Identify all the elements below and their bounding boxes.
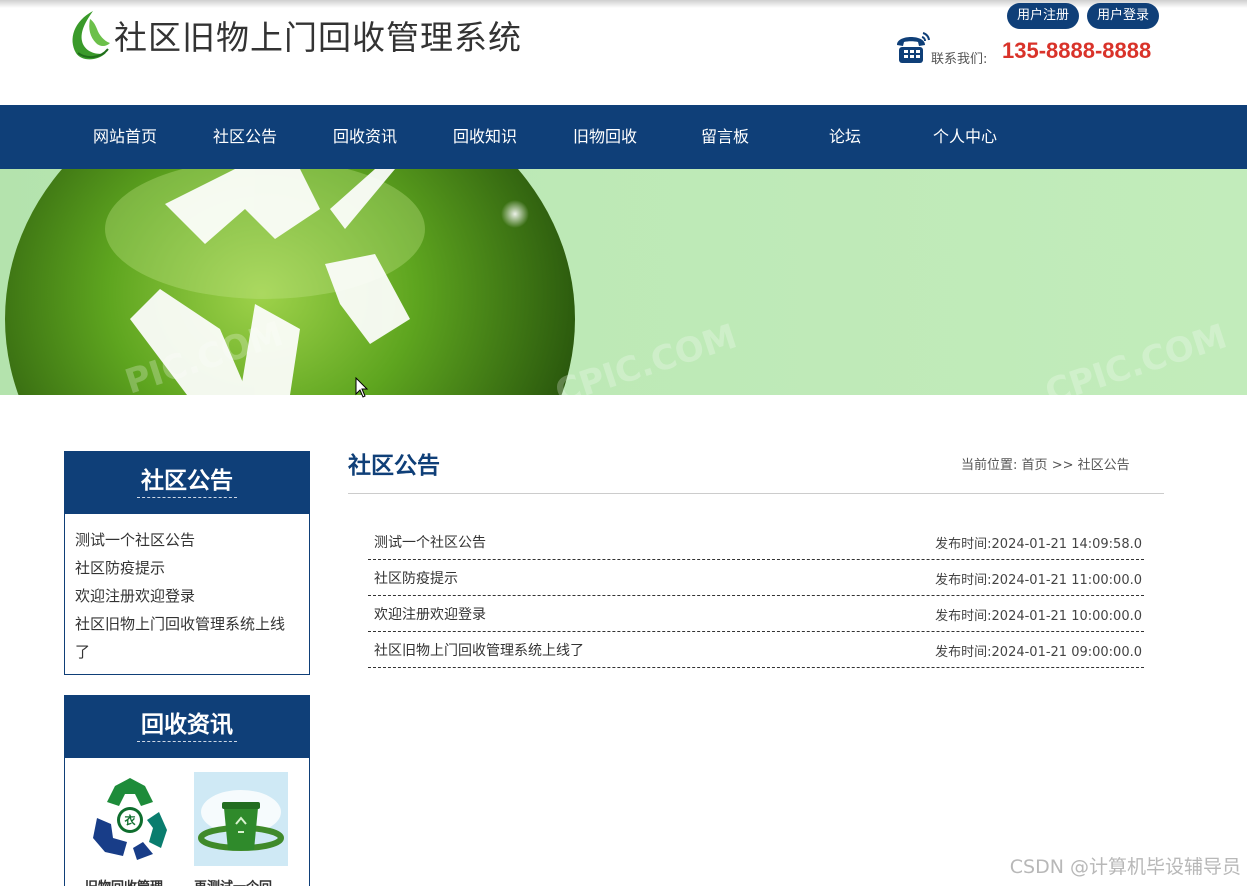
nav-item-user-center[interactable]: 个人中心: [933, 105, 997, 169]
breadcrumb: 当前位置: 首页 >> 社区公告: [961, 454, 1130, 473]
login-button[interactable]: 用户登录: [1087, 3, 1160, 29]
sidebar-notice-link[interactable]: 测试一个社区公告: [75, 526, 299, 554]
sidebar-notice-link[interactable]: 社区旧物上门回收管理系统上线了: [75, 610, 299, 666]
notice-row[interactable]: 欢迎注册欢迎登录 发布时间:2024-01-21 10:00:00.0: [368, 596, 1144, 632]
notice-row[interactable]: 测试一个社区公告 发布时间:2024-01-21 14:09:58.0: [368, 524, 1144, 560]
notice-publish-time: 发布时间:2024-01-21 14:09:58.0: [935, 537, 1142, 552]
page-title: 社区公告: [348, 453, 440, 479]
nav-item-home[interactable]: 网站首页: [93, 105, 157, 169]
banner-image: PIC.COM CPIC.COM CPIC.COM: [0, 169, 1247, 395]
mouse-cursor-icon: [355, 377, 369, 398]
nav-item-message-board[interactable]: 留言板: [701, 105, 749, 169]
breadcrumb-separator: >>: [1051, 458, 1074, 473]
contact-phone-number: 135-8888-8888: [1002, 38, 1152, 63]
notice-publish-time: 发布时间:2024-01-21 10:00:00.0: [935, 609, 1142, 624]
sidebar-notice-link[interactable]: 欢迎注册欢迎登录: [75, 582, 299, 610]
nav-item-forum[interactable]: 论坛: [829, 105, 861, 169]
notice-title-link[interactable]: 欢迎注册欢迎登录: [374, 604, 486, 624]
sidebar-news-thumbnails: 衣 旧物回收管理 再测试一个回: [65, 758, 309, 886]
news-caption[interactable]: 再测试一个回: [194, 876, 272, 886]
sidebar-notices-list: 测试一个社区公告 社区防疫提示 欢迎注册欢迎登录 社区旧物上门回收管理系统上线了: [65, 514, 309, 666]
breadcrumb-current: 社区公告: [1077, 458, 1130, 473]
recycle-bin-thumbnail[interactable]: [194, 772, 288, 866]
recycle-clothes-thumbnail[interactable]: 衣: [83, 772, 177, 866]
notice-title-link[interactable]: 社区旧物上门回收管理系统上线了: [374, 640, 584, 660]
sidebar-news-header: 回收资讯: [65, 696, 309, 758]
breadcrumb-prefix: 当前位置:: [961, 458, 1018, 473]
notice-publish-time: 发布时间:2024-01-21 09:00:00.0: [935, 645, 1142, 660]
nav-item-recycle-news[interactable]: 回收资讯: [333, 105, 397, 169]
main-navigation: 网站首页 社区公告 回收资讯 回收知识 旧物回收 留言板 论坛 个人中心: [0, 105, 1247, 169]
leaf-logo-icon: [72, 11, 110, 60]
sidebar-notice-link[interactable]: 社区防疫提示: [75, 554, 299, 582]
csdn-watermark: CSDN @计算机毕设辅导员: [1009, 856, 1241, 878]
notice-list: 测试一个社区公告 发布时间:2024-01-21 14:09:58.0 社区防疫…: [368, 524, 1144, 668]
sidebar-news-box: 回收资讯 衣 旧物回收管理 再测试一个回: [64, 695, 310, 886]
breadcrumb-home-link[interactable]: 首页: [1022, 458, 1048, 473]
svg-text:CPIC.COM: CPIC.COM: [1040, 316, 1231, 395]
nav-item-item-recycling[interactable]: 旧物回收: [573, 105, 637, 169]
contact-label: 联系我们:: [931, 52, 988, 67]
notice-row[interactable]: 社区旧物上门回收管理系统上线了 发布时间:2024-01-21 09:00:00…: [368, 632, 1144, 668]
recycle-lime-illustration: PIC.COM CPIC.COM CPIC.COM: [5, 169, 1232, 395]
notice-title-link[interactable]: 测试一个社区公告: [374, 532, 486, 552]
svg-text:CPIC.COM: CPIC.COM: [550, 316, 741, 395]
notice-publish-time: 发布时间:2024-01-21 11:00:00.0: [935, 573, 1142, 588]
title-divider: [348, 493, 1164, 494]
sidebar-notices-header: 社区公告: [65, 452, 309, 514]
nav-item-notices[interactable]: 社区公告: [213, 105, 277, 169]
nav-item-recycle-knowledge[interactable]: 回收知识: [453, 105, 517, 169]
svg-text:衣: 衣: [125, 813, 137, 827]
site-title: 社区旧物上门回收管理系统: [114, 18, 522, 57]
telephone-icon: [897, 32, 930, 63]
sidebar-notices-title: 社区公告: [137, 466, 237, 498]
sidebar-notices-box: 社区公告 测试一个社区公告 社区防疫提示 欢迎注册欢迎登录 社区旧物上门回收管理…: [64, 451, 310, 675]
sidebar-news-title: 回收资讯: [137, 710, 237, 742]
notice-title-link[interactable]: 社区防疫提示: [374, 568, 458, 588]
news-caption[interactable]: 旧物回收管理: [85, 876, 163, 886]
register-button[interactable]: 用户注册: [1007, 3, 1080, 29]
notice-row[interactable]: 社区防疫提示 发布时间:2024-01-21 11:00:00.0: [368, 560, 1144, 596]
